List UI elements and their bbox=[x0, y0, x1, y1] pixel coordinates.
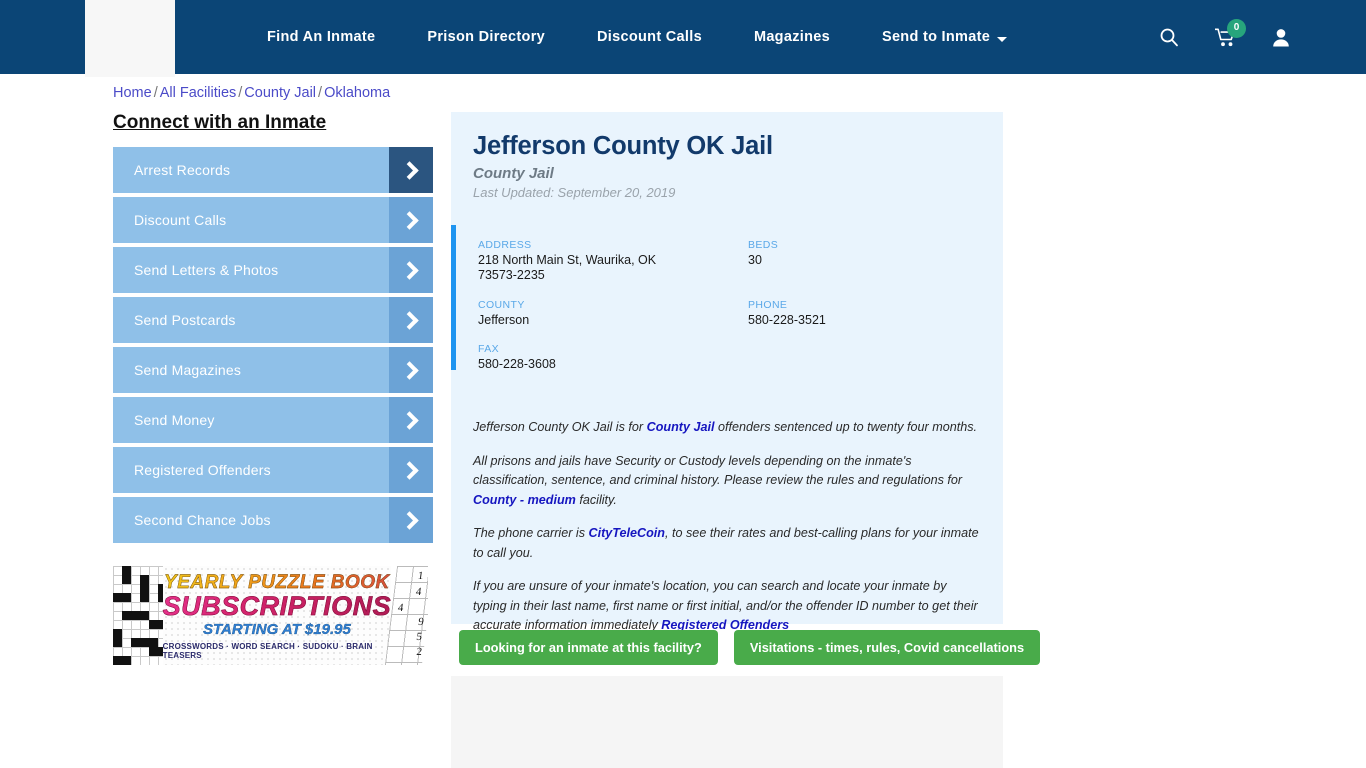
sidebar-item-send-letters-photos[interactable]: Send Letters & Photos bbox=[113, 247, 433, 293]
breadcrumb-item-all-facilities[interactable]: All Facilities bbox=[160, 85, 237, 101]
chevron-right-icon bbox=[389, 147, 433, 193]
sidebar-item-send-postcards[interactable]: Send Postcards bbox=[113, 297, 433, 343]
sidebar-item-label: Send Letters & Photos bbox=[134, 262, 279, 278]
sidebar-item-registered-offenders[interactable]: Registered Offenders bbox=[113, 447, 433, 493]
description-paragraph: Jefferson County OK Jail is for County J… bbox=[473, 420, 978, 434]
description-paragraph: All prisons and jails have Security or C… bbox=[473, 453, 963, 507]
sidebar-item-label: Second Chance Jobs bbox=[134, 512, 271, 528]
nav-link-prison-directory[interactable]: Prison Directory bbox=[427, 19, 545, 55]
site-logo[interactable] bbox=[85, 0, 175, 77]
sudoku-grid-graphic: 1 4 4 9 5 2 bbox=[385, 566, 428, 665]
ad-price-line: STARTING AT $19.95 bbox=[202, 620, 351, 638]
breadcrumb-item-county-jail[interactable]: County Jail bbox=[244, 85, 316, 101]
info-value: 218 North Main St, Waurika, OK 73573-223… bbox=[478, 253, 657, 282]
info-field-fax: FAX 580-228-3608 bbox=[478, 343, 748, 388]
info-label: BEDS bbox=[748, 239, 779, 251]
sidebar-item-discount-calls[interactable]: Discount Calls bbox=[113, 197, 433, 243]
breadcrumb-item-home[interactable]: Home bbox=[113, 85, 152, 101]
chevron-right-icon bbox=[389, 447, 433, 493]
info-field-phone: PHONE 580-228-3521 bbox=[748, 299, 1003, 344]
nav-link-discount-calls[interactable]: Discount Calls bbox=[597, 19, 702, 55]
chevron-right-icon bbox=[389, 197, 433, 243]
crossword-grid-graphic bbox=[113, 566, 167, 665]
chevron-right-icon bbox=[389, 497, 433, 543]
breadcrumb-separator: / bbox=[153, 85, 158, 101]
sidebar-item-label: Send Money bbox=[134, 412, 215, 428]
description-paragraph: The phone carrier is CityTeleCoin, to se… bbox=[473, 526, 979, 560]
bottom-content-panel bbox=[451, 676, 1003, 768]
info-label: COUNTY bbox=[478, 298, 525, 311]
inline-link[interactable]: County - medium bbox=[473, 493, 576, 507]
chevron-right-icon bbox=[389, 247, 433, 293]
chevron-right-icon bbox=[389, 297, 433, 343]
breadcrumb-separator: / bbox=[238, 85, 243, 101]
inline-link[interactable]: CityTeleCoin bbox=[589, 526, 666, 540]
last-updated-text: Last Updated: September 20, 2019 bbox=[473, 185, 676, 200]
looking-for-inmate-button[interactable]: Looking for an inmate at this facility? bbox=[459, 630, 718, 665]
facility-detail-card: Jefferson County OK Jail County Jail Las… bbox=[451, 112, 1003, 632]
sidebar-item-label: Registered Offenders bbox=[134, 462, 271, 478]
sidebar-item-arrest-records[interactable]: Arrest Records bbox=[113, 147, 433, 193]
inline-link[interactable]: County Jail bbox=[647, 420, 715, 434]
cart-count-badge: 0 bbox=[1227, 18, 1246, 38]
ad-features-line: CROSSWORDS · WORD SEARCH · SUDOKU · BRAI… bbox=[162, 641, 373, 660]
sidebar-item-label: Send Postcards bbox=[134, 312, 236, 328]
page-title: Jefferson County OK Jail bbox=[473, 132, 773, 160]
info-label: ADDRESS bbox=[478, 239, 532, 251]
info-value: Jefferson bbox=[478, 312, 530, 327]
sidebar-item-send-money[interactable]: Send Money bbox=[113, 397, 433, 443]
search-icon[interactable] bbox=[1159, 27, 1179, 47]
cta-button-row: Looking for an inmate at this facility? … bbox=[459, 630, 1041, 665]
sudoku-number: 4 bbox=[397, 602, 405, 614]
nav-icon-group: 0 bbox=[1159, 18, 1290, 47]
sidebar: Connect with an Inmate Arrest Records Di… bbox=[113, 112, 433, 547]
sidebar-item-label: Arrest Records bbox=[134, 162, 231, 178]
facility-type-subtitle: County Jail bbox=[473, 165, 554, 182]
sudoku-number: 4 bbox=[415, 586, 423, 598]
accent-bar bbox=[451, 225, 456, 370]
info-value: 580-228-3608 bbox=[478, 357, 556, 372]
info-value: 30 bbox=[748, 253, 762, 267]
info-field-empty bbox=[748, 343, 1003, 388]
sidebar-item-label: Send Magazines bbox=[134, 362, 242, 378]
breadcrumb: Home / All Facilities / County Jail / Oklahoma bbox=[113, 85, 390, 101]
visitations-button[interactable]: Visitations - times, rules, Covid cancel… bbox=[733, 630, 1041, 665]
chevron-right-icon bbox=[389, 397, 433, 443]
facility-description: Jefferson County OK Jail is for County J… bbox=[451, 418, 1003, 636]
user-account-icon[interactable] bbox=[1272, 28, 1290, 47]
top-navigation-bar: Find An Inmate Prison Directory Discount… bbox=[0, 0, 1366, 77]
sidebar-item-send-magazines[interactable]: Send Magazines bbox=[113, 347, 433, 393]
ad-text-block: YEARLY PUZZLE BOOK SUBSCRIPTIONS STARTIN… bbox=[162, 566, 392, 665]
description-paragraph: If you are unsure of your inmate's locat… bbox=[473, 579, 978, 633]
puzzle-book-ad-banner[interactable]: YEARLY PUZZLE BOOK SUBSCRIPTIONS STARTIN… bbox=[113, 566, 428, 665]
sidebar-item-label: Discount Calls bbox=[134, 212, 227, 228]
chevron-down-icon bbox=[997, 36, 1008, 42]
nav-dropdown-send-to-inmate[interactable]: Send to Inmate bbox=[881, 19, 1008, 55]
sidebar-item-second-chance-jobs[interactable]: Second Chance Jobs bbox=[113, 497, 433, 543]
nav-dropdown-label: Send to Inmate bbox=[881, 29, 991, 45]
breadcrumb-separator: / bbox=[318, 85, 323, 101]
facility-info-block: ADDRESS 218 North Main St, Waurika, OK 7… bbox=[451, 225, 1003, 406]
sudoku-number: 9 bbox=[417, 616, 425, 628]
info-label: FAX bbox=[478, 343, 500, 356]
ad-headline-line2: SUBSCRIPTIONS bbox=[162, 590, 392, 621]
info-field-address: ADDRESS 218 North Main St, Waurika, OK 7… bbox=[478, 239, 748, 299]
chevron-right-icon bbox=[389, 347, 433, 393]
info-field-county: COUNTY Jefferson bbox=[478, 299, 748, 344]
sudoku-number: 5 bbox=[415, 631, 423, 643]
sidebar-title: Connect with an Inmate bbox=[113, 112, 327, 133]
info-field-beds: BEDS 30 bbox=[748, 239, 1003, 299]
info-label: PHONE bbox=[748, 298, 788, 311]
primary-nav-links: Find An Inmate Prison Directory Discount… bbox=[267, 19, 1059, 55]
nav-link-find-an-inmate[interactable]: Find An Inmate bbox=[267, 19, 375, 55]
shopping-cart-icon[interactable]: 0 bbox=[1215, 18, 1246, 47]
breadcrumb-item-oklahoma[interactable]: Oklahoma bbox=[324, 85, 390, 101]
nav-link-magazines[interactable]: Magazines bbox=[754, 19, 830, 55]
info-value: 580-228-3521 bbox=[748, 312, 826, 327]
